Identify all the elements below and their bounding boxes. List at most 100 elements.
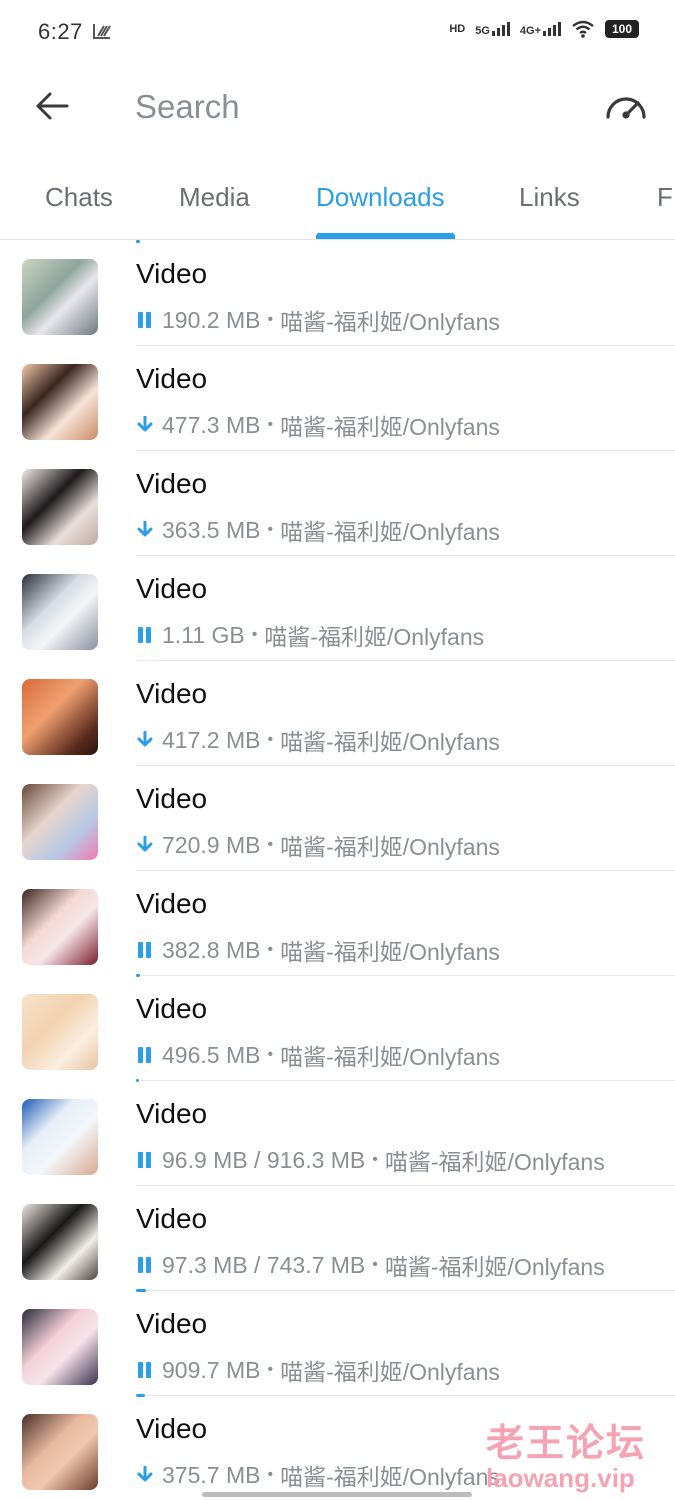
item-title: Video <box>136 678 208 709</box>
pause-icon[interactable] <box>136 310 154 330</box>
download-arrow-icon[interactable] <box>136 835 154 855</box>
item-subtitle: 375.7 MB • 喵酱-福利姬/Onlyfans <box>136 1458 500 1492</box>
item-subtitle: 477.3 MB • 喵酱-福利姬/Onlyfans <box>136 408 500 442</box>
pause-icon[interactable] <box>136 1150 154 1170</box>
back-button[interactable] <box>30 84 74 128</box>
item-size: 477.3 MB <box>162 411 261 438</box>
arrow-left-icon <box>36 92 69 120</box>
item-subtitle: 909.7 MB • 喵酱-福利姬/Onlyfans <box>136 1353 500 1387</box>
item-source: 喵酱-福利姬/Onlyfans <box>280 939 500 965</box>
separator-dot: • <box>372 1151 378 1168</box>
download-arrow-icon[interactable] <box>136 415 154 435</box>
item-source: 喵酱-福利姬/Onlyfans <box>280 834 500 860</box>
item-source: 喵酱-福利姬/Onlyfans <box>280 1044 500 1070</box>
download-arrow-icon[interactable] <box>136 1465 154 1485</box>
video-thumbnail[interactable] <box>22 364 98 440</box>
video-thumbnail[interactable] <box>22 1414 98 1490</box>
speedometer-icon <box>606 97 646 119</box>
item-subtitle: 496.5 MB • 喵酱-福利姬/Onlyfans <box>136 1038 500 1072</box>
pause-icon[interactable] <box>136 1255 154 1275</box>
item-subtitle: 190.2 MB • 喵酱-福利姬/Onlyfans <box>136 303 500 337</box>
separator-dot: • <box>267 311 274 328</box>
item-subtitle: 720.9 MB • 喵酱-福利姬/Onlyfans <box>136 828 500 862</box>
item-size: 96.9 MB / 916.3 MB <box>162 1146 366 1173</box>
item-size: 1.11 GB <box>162 621 245 648</box>
item-size: 909.7 MB <box>162 1356 261 1383</box>
tab-chats[interactable]: Chats <box>45 182 113 213</box>
tab-links[interactable]: Links <box>519 182 580 213</box>
separator-dot: • <box>267 731 274 748</box>
item-size: 496.5 MB <box>162 1041 261 1068</box>
download-arrow-icon[interactable] <box>136 520 154 540</box>
item-source: 喵酱-福利姬/Onlyfans <box>280 414 500 440</box>
download-arrow-icon[interactable] <box>136 730 154 750</box>
item-title: Video <box>136 1308 208 1339</box>
pause-icon[interactable] <box>136 1360 154 1380</box>
item-title: Video <box>136 363 208 394</box>
list-item[interactable]: Video 909.7 MB • 喵酱-福利姬/Onlyfans <box>0 1291 675 1397</box>
item-subtitle: 96.9 MB / 916.3 MB • 喵酱-福利姬/Onlyfans <box>136 1143 605 1177</box>
app-bar <box>0 64 675 152</box>
status-time: 6:27 <box>38 19 83 44</box>
search-input[interactable] <box>135 82 555 132</box>
item-subtitle: 363.5 MB • 喵酱-福利姬/Onlyfans <box>136 513 500 547</box>
list-item[interactable]: Video 496.5 MB • 喵酱-福利姬/Onlyfans <box>0 976 675 1082</box>
item-size: 375.7 MB <box>162 1461 261 1488</box>
video-thumbnail[interactable] <box>22 889 98 965</box>
watermark: 老王论坛 laowang.vip <box>486 1412 646 1494</box>
item-size: 190.2 MB <box>162 306 261 333</box>
tab-files-partial[interactable]: F <box>657 182 673 213</box>
download-speed-button[interactable] <box>601 84 651 128</box>
item-title: Video <box>136 258 208 289</box>
separator-dot: • <box>267 1361 274 1378</box>
active-tab-indicator <box>316 233 455 239</box>
item-subtitle: 1.11 GB • 喵酱-福利姬/Onlyfans <box>136 618 484 652</box>
list-item[interactable]: Video 1.11 GB • 喵酱-福利姬/Onlyfans <box>0 556 675 661</box>
pause-icon[interactable] <box>136 940 154 960</box>
video-thumbnail[interactable] <box>22 994 98 1070</box>
list-item[interactable]: Video 477.3 MB • 喵酱-福利姬/Onlyfans <box>0 346 675 451</box>
status-indicators: HD 5G 4G+ 100 <box>449 20 639 38</box>
video-thumbnail[interactable] <box>22 1204 98 1280</box>
watermark-title: 老王论坛 <box>486 1421 647 1465</box>
signal-4g-icon: 4G+ <box>520 22 561 37</box>
pause-icon[interactable] <box>136 1045 154 1065</box>
video-thumbnail[interactable] <box>22 679 98 755</box>
item-title: Video <box>136 888 208 919</box>
downloads-list: Video 190.2 MB • 喵酱-福利姬/Onlyfans Video 4… <box>0 241 675 1500</box>
list-item[interactable]: Video 97.3 MB / 743.7 MB • 喵酱-福利姬/Onlyfa… <box>0 1186 675 1292</box>
home-indicator[interactable] <box>202 1492 472 1497</box>
separator-dot: • <box>251 626 258 643</box>
item-source: 喵酱-福利姬/Onlyfans <box>280 1359 500 1385</box>
signal-5g-icon: 5G <box>475 22 510 37</box>
separator-dot: • <box>372 1256 378 1273</box>
video-thumbnail[interactable] <box>22 784 98 860</box>
item-source: 喵酱-福利姬/Onlyfans <box>264 624 485 650</box>
battery-icon: 100 <box>605 20 639 38</box>
item-subtitle: 417.2 MB • 喵酱-福利姬/Onlyfans <box>136 723 500 757</box>
separator-dot: • <box>267 1466 274 1483</box>
video-thumbnail[interactable] <box>22 1099 98 1175</box>
item-source: 喵酱-福利姬/Onlyfans <box>280 309 500 335</box>
item-source: 喵酱-福利姬/Onlyfans <box>280 519 500 545</box>
video-thumbnail[interactable] <box>22 469 98 545</box>
list-item[interactable]: Video 363.5 MB • 喵酱-福利姬/Onlyfans <box>0 451 675 556</box>
video-thumbnail[interactable] <box>22 259 98 335</box>
tab-downloads[interactable]: Downloads <box>316 182 445 213</box>
video-thumbnail[interactable] <box>22 574 98 650</box>
list-item[interactable]: Video 96.9 MB / 916.3 MB • 喵酱-福利姬/Onlyfa… <box>0 1081 675 1186</box>
item-size: 97.3 MB / 743.7 MB <box>162 1251 366 1278</box>
item-title: Video <box>136 1203 208 1234</box>
list-item[interactable]: Video 190.2 MB • 喵酱-福利姬/Onlyfans <box>0 241 675 346</box>
status-bar: 6:27 HD 5G 4G+ 100 <box>0 0 675 64</box>
video-thumbnail[interactable] <box>22 1309 98 1385</box>
tab-media[interactable]: Media <box>179 182 250 213</box>
separator-dot: • <box>267 941 274 958</box>
notification-icon <box>93 24 111 39</box>
watermark-url: laowang.vip <box>486 1463 635 1493</box>
pause-icon[interactable] <box>136 625 154 645</box>
download-progress-bar <box>136 240 140 243</box>
list-item[interactable]: Video 720.9 MB • 喵酱-福利姬/Onlyfans <box>0 766 675 871</box>
list-item[interactable]: Video 382.8 MB • 喵酱-福利姬/Onlyfans <box>0 871 675 977</box>
list-item[interactable]: Video 417.2 MB • 喵酱-福利姬/Onlyfans <box>0 661 675 766</box>
